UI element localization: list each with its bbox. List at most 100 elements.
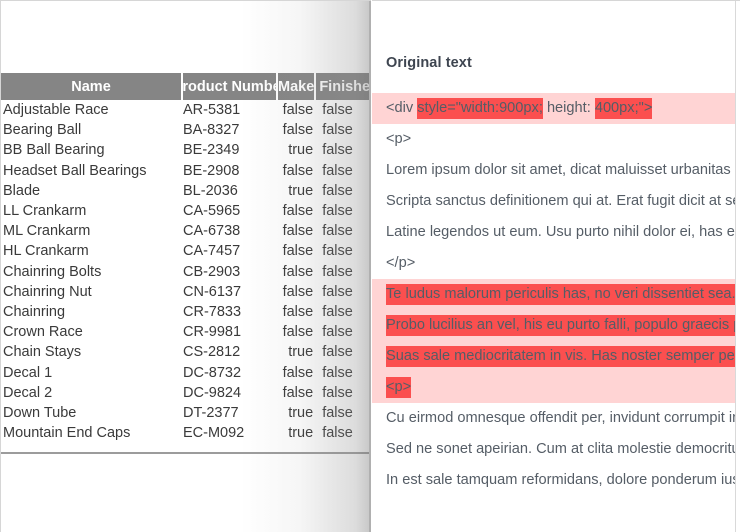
column-header-name[interactable]: Name [1,73,184,100]
cell-product-number: CB-2903 [183,263,241,280]
diff-highlight-span: 400px;"> [594,98,653,119]
cell-finished: false [322,384,353,401]
grid-body: Adjustable Race AR-5381 false false Bearing … [1,100,371,443]
diff-line-changed: <p> [372,372,735,403]
grid-header-row: Name Product Number Make Finished [1,73,371,100]
cell-name: ML Crankarm [3,223,91,240]
table-row[interactable]: HL Crankarm CA-7457 false false [1,241,371,261]
diff-text-span: Lorem ipsum dolor sit amet, dicat maluis… [386,162,735,178]
diff-highlight-span: style="width:900px; [417,98,543,119]
table-row[interactable]: Decal 2 DC-9824 false false [1,383,371,403]
table-row[interactable]: Adjustable Race AR-5381 false false [1,100,371,120]
cell-make: true [288,142,314,159]
original-text-panel: Original text <div style="width:900px; h… [372,0,740,532]
cell-name: Blade [3,182,41,199]
original-text-inner: Original text <div style="width:900px; h… [372,1,736,532]
cell-product-number: CR-7833 [183,303,242,320]
cell-finished: false [322,102,353,119]
diff-line-unchanged: Sed ne sonet apeirian. Cum at clita mole… [372,434,735,465]
table-row[interactable]: Crown Race CR-9981 false false [1,322,371,342]
cell-name: LL Crankarm [3,203,87,220]
cell-name: Chainring [3,303,66,320]
column-header-finished[interactable]: Finished [316,73,371,100]
diff-highlight-span: Probo lucilius an vel, his eu purto fall… [386,315,735,336]
panel-divider [369,1,371,532]
cell-product-number: DC-9824 [183,384,242,401]
product-grid: Name Product Number Make Finished Adjust… [1,73,371,443]
cell-product-number: CS-2812 [183,344,241,361]
table-row[interactable]: Bearing Ball BA-8327 false false [1,120,371,140]
cell-make: false [282,122,314,139]
diff-line-list: <div style="width:900px; height: 400px;"… [372,93,736,496]
cell-make: false [282,162,314,179]
diff-text-span: Sed ne sonet apeirian. Cum at clita mole… [386,441,735,457]
product-grid-panel: Name Product Number Make Finished Adjust… [0,0,371,532]
cell-finished: false [322,324,353,341]
cell-finished: false [322,425,353,442]
cell-product-number: CN-6137 [183,283,242,300]
table-row[interactable]: LL Crankarm CA-5965 false false [1,201,371,221]
table-row[interactable]: Blade BL-2036 true false [1,181,371,201]
cell-finished: false [322,303,353,320]
diff-line-unchanged: Scripta sanctus definitionem qui at. Era… [372,186,735,217]
diff-line-unchanged: Cu eirmod omnesque offendit per, invidun… [372,403,736,434]
table-row[interactable]: Mountain End Caps EC-M092 true false [1,423,371,443]
column-header-make[interactable]: Make [277,73,317,100]
cell-product-number: BL-2036 [183,182,238,199]
diff-highlight-span: Suas sale mediocritatem in vis. Has nost… [386,346,735,367]
cell-name: Chainring Nut [3,283,92,300]
diff-highlight-span: Te ludus malorum periculis has, no veri … [386,284,735,305]
diff-text-span: </p> [386,255,416,271]
cell-product-number: AR-5381 [183,102,241,119]
table-row[interactable]: Decal 1 DC-8732 false false [1,362,371,382]
diff-line-unchanged: Lorem ipsum dolor sit amet, dicat maluis… [372,155,735,186]
table-row[interactable]: ML Crankarm CA-6738 false false [1,221,371,241]
cell-name: Adjustable Race [3,102,109,119]
cell-make: false [282,283,314,300]
cell-finished: false [322,404,353,421]
cell-product-number: DC-8732 [183,364,242,381]
cell-finished: false [322,162,353,179]
cell-finished: false [322,203,353,220]
cell-make: false [282,364,314,381]
cell-finished: false [322,344,353,361]
cell-finished: false [322,122,353,139]
table-row[interactable]: BB Ball Bearing BE-2349 true false [1,140,371,160]
diff-text-span: Latine legendos ut eum. Usu purto nihil … [386,224,735,240]
cell-name: Bearing Ball [3,122,82,139]
cell-product-number: CA-6738 [183,223,241,240]
diff-line-unchanged: In est sale tamquam reformidans, dolore … [372,465,735,496]
cell-name: Down Tube [3,404,77,421]
cell-name: BB Ball Bearing [3,142,105,159]
cell-product-number: EC-M092 [183,425,245,442]
diff-text-span: <div [386,100,418,116]
table-row[interactable]: Headset Ball Bearings BE-2908 false false [1,161,371,181]
cell-make: true [288,425,314,442]
diff-highlight-span: <p> [386,377,412,398]
cell-product-number: BE-2908 [183,162,240,179]
cell-make: false [282,102,314,119]
cell-product-number: CR-9981 [183,324,242,341]
cell-product-number: DT-2377 [183,404,239,421]
diff-line-unchanged: <p> [372,124,735,155]
table-row[interactable]: Down Tube DT-2377 true false [1,403,371,423]
cell-make: false [282,263,314,280]
cell-name: Chainring Bolts [3,263,102,280]
table-row[interactable]: Chainring CR-7833 false false [1,302,371,322]
cell-product-number: BE-2349 [183,142,240,159]
diff-text-span: Cu eirmod omnesque offendit per, invidun… [386,410,736,426]
diff-line-changed: <div style="width:900px; height: 400px;"… [372,93,735,124]
column-header-product-number[interactable]: Product Number [183,73,278,100]
diff-text-span: <p> [386,131,412,147]
table-row[interactable]: Chainring Bolts CB-2903 false false [1,262,371,282]
table-row[interactable]: Chain Stays CS-2812 true false [1,342,371,362]
cell-make: false [282,324,314,341]
cell-name: Crown Race [3,324,83,341]
cell-name: Headset Ball Bearings [3,162,147,179]
cell-make: false [282,223,314,240]
cell-product-number: CA-5965 [183,203,241,220]
cell-make: false [282,203,314,220]
cell-name: Chain Stays [3,344,82,361]
cell-name: HL Crankarm [3,243,89,260]
table-row[interactable]: Chainring Nut CN-6137 false false [1,282,371,302]
